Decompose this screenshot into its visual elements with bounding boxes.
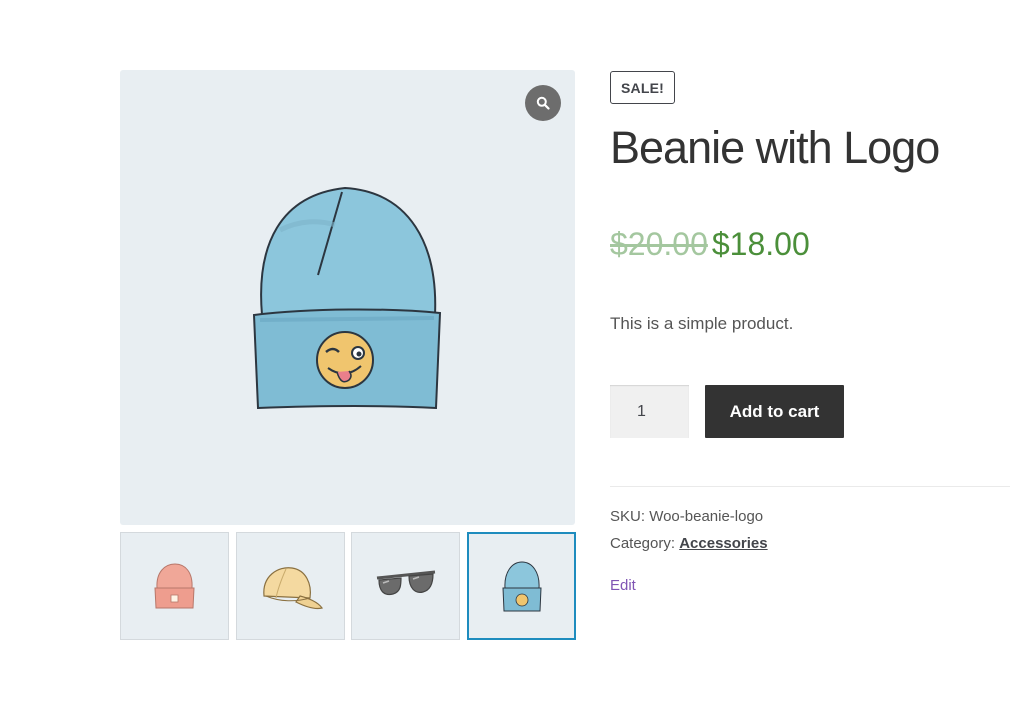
yellow-cap-image	[262, 567, 323, 610]
divider	[610, 486, 1010, 487]
edit-link[interactable]: Edit	[610, 577, 636, 594]
gallery-thumbnails	[120, 532, 576, 640]
quantity-input[interactable]	[610, 385, 689, 438]
beanie-logo-image	[501, 561, 542, 612]
thumbnail-cap-yellow[interactable]	[236, 532, 345, 640]
category-label: Category:	[610, 535, 676, 552]
thumbnail-sunglasses[interactable]	[351, 532, 460, 640]
category-link[interactable]: Accessories	[679, 535, 767, 552]
beanie-image	[252, 186, 442, 410]
price-sale: $18.00	[711, 226, 810, 262]
add-to-cart-button[interactable]: Add to cart	[705, 385, 844, 438]
search-icon	[536, 96, 550, 110]
product-title: Beanie with Logo	[610, 122, 940, 173]
sku-value: Woo-beanie-logo	[649, 508, 764, 525]
sunglasses-image	[376, 570, 435, 596]
thumbnail-beanie-with-logo[interactable]	[467, 532, 576, 640]
product-price: $20.00 $18.00	[610, 226, 810, 263]
sku-label: SKU:	[610, 508, 646, 525]
product-sku: SKU: Woo-beanie-logo	[610, 508, 763, 525]
zoom-button[interactable]	[525, 85, 561, 121]
price-regular: $20.00	[610, 226, 708, 262]
pink-beanie-image	[153, 563, 195, 609]
sale-badge: SALE!	[610, 71, 675, 104]
product-main-image[interactable]	[120, 70, 575, 525]
short-description: This is a simple product.	[610, 314, 794, 333]
thumbnail-beanie-pink[interactable]	[120, 532, 229, 640]
product-category: Category: Accessories	[610, 535, 768, 552]
